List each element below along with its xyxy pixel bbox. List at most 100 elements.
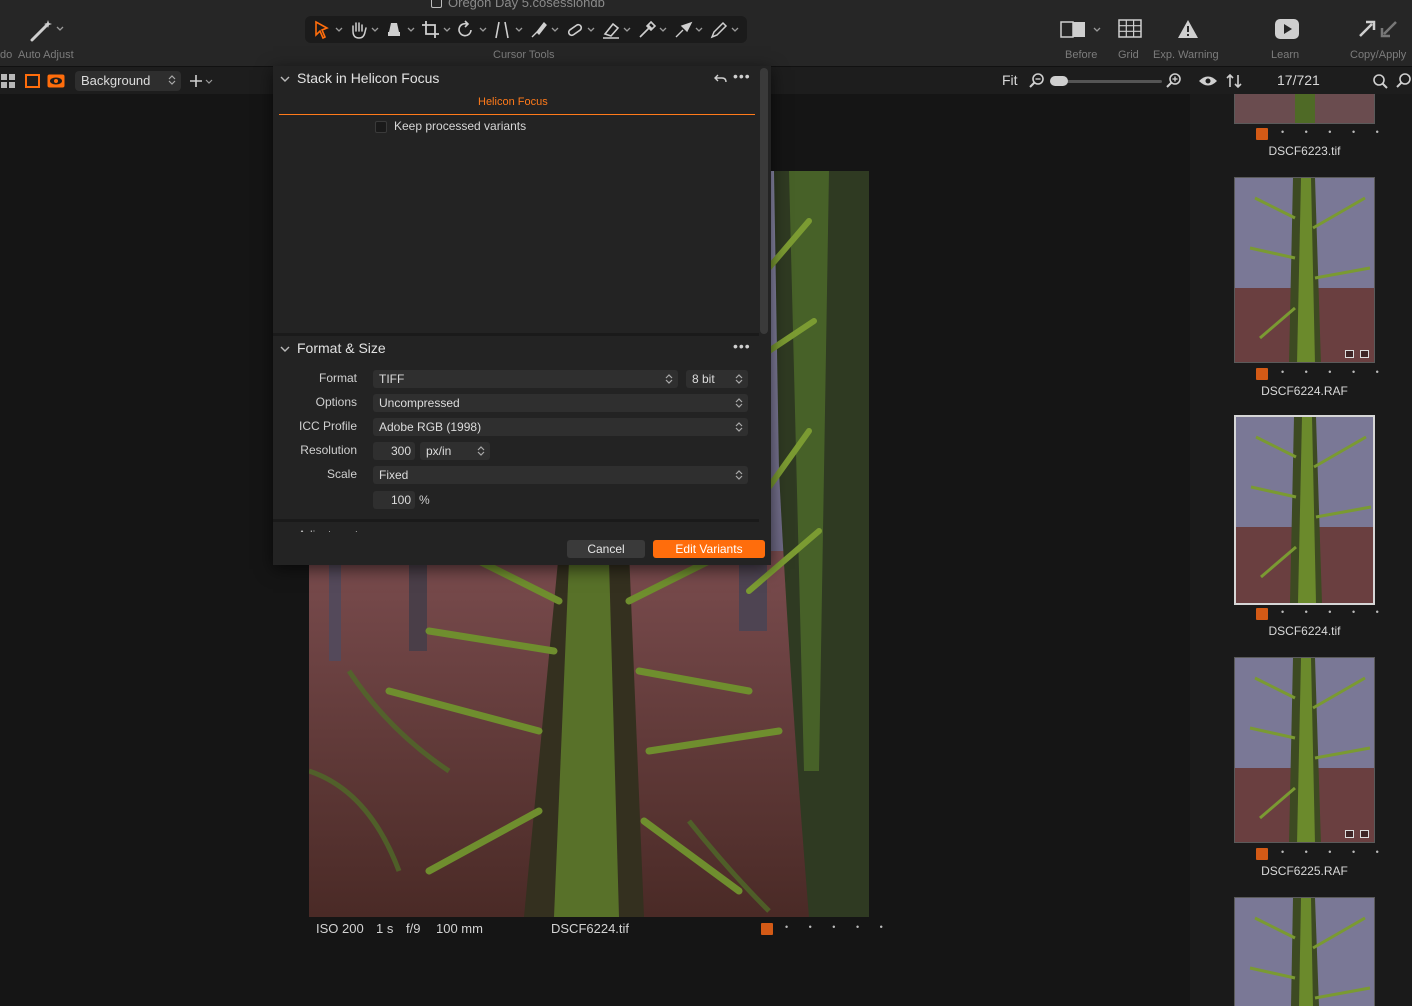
thumbnail-graphic	[1235, 178, 1374, 362]
star-rating[interactable]: • • • • •	[1281, 367, 1388, 377]
before-after-icon[interactable]	[1060, 20, 1104, 40]
thumbnail-selected[interactable]	[1234, 415, 1375, 605]
bit-depth-select[interactable]: 8 bit	[686, 370, 748, 388]
icc-profile-select[interactable]: Adobe RGB (1998)	[373, 418, 748, 436]
star-rating[interactable]: • • • • •	[785, 922, 892, 932]
panel-scrollbar[interactable]	[760, 68, 768, 334]
cursor-tools-group[interactable]	[305, 16, 747, 43]
thumbnail-graphic	[1236, 417, 1373, 603]
grid-label: Grid	[1118, 49, 1139, 61]
thumbnail-graphic	[1235, 658, 1374, 842]
resolution-input[interactable]: 300	[373, 442, 415, 460]
scale-select[interactable]: Fixed	[373, 466, 748, 484]
single-view-icon[interactable]	[25, 74, 40, 88]
keep-variants-checkbox[interactable]	[375, 121, 387, 133]
eraser-icon[interactable]	[601, 20, 633, 40]
color-tag-swatch[interactable]	[1256, 848, 1268, 860]
tab-underline	[279, 114, 755, 115]
edit-variants-button[interactable]: Edit Variants	[653, 540, 765, 558]
color-tag-swatch[interactable]	[1256, 128, 1268, 140]
learn-play-icon[interactable]	[1274, 18, 1300, 40]
updown-arrows-icon	[735, 422, 743, 432]
format-select[interactable]: TIFF	[373, 370, 678, 388]
cancel-button[interactable]: Cancel	[567, 540, 645, 558]
zoom-out-icon[interactable]	[1029, 73, 1045, 89]
layer-select[interactable]: Background	[75, 71, 181, 91]
grid-icon[interactable]	[1118, 19, 1142, 39]
format-size-section-title[interactable]: Format & Size	[297, 340, 386, 356]
chevron-down-icon[interactable]	[280, 74, 290, 84]
star-rating[interactable]: • • • • •	[1281, 607, 1388, 617]
thumbnail[interactable]	[1234, 657, 1375, 843]
more-options-icon[interactable]: •••	[733, 338, 751, 354]
updown-arrows-icon	[735, 398, 743, 408]
thumbnail[interactable]	[1234, 177, 1375, 363]
healing-brush-icon[interactable]	[565, 20, 597, 40]
stack-section-title[interactable]: Stack in Helicon Focus	[297, 70, 439, 86]
edit-badge-icon	[1360, 350, 1369, 358]
thumbnail-name: DSCF6225.RAF	[1261, 864, 1348, 878]
variant-badge-icon	[1345, 830, 1354, 838]
search-icon[interactable]	[1372, 73, 1388, 89]
updown-arrows-icon	[665, 374, 673, 384]
resolution-unit-select[interactable]: px/in	[420, 442, 490, 460]
copy-apply-label: Copy/Apply	[1350, 49, 1407, 61]
main-toolbar: Oregon Day 5.cosessiondb do Auto Adjust	[0, 0, 1412, 66]
thumbnail-name: DSCF6224.RAF	[1261, 384, 1348, 398]
percent-sign: %	[419, 493, 430, 507]
sort-icon[interactable]	[1226, 73, 1242, 89]
thumbnail-graphic	[1235, 94, 1374, 123]
warning-icon[interactable]	[1177, 19, 1199, 39]
filmstrip-zoom-icon[interactable]	[1396, 73, 1412, 89]
before-label: Before	[1065, 49, 1098, 61]
rotate-icon[interactable]	[457, 20, 489, 40]
copy-apply-icon[interactable]	[1356, 18, 1404, 40]
star-rating[interactable]: • • • • •	[1281, 127, 1388, 137]
preview-eye-icon[interactable]	[1198, 75, 1218, 87]
exp-warning-label: Exp. Warning	[1153, 49, 1219, 61]
thumbnail[interactable]	[1234, 94, 1375, 124]
options-select[interactable]: Uncompressed	[373, 394, 748, 412]
annotate-pen-icon[interactable]	[709, 20, 741, 40]
crop-icon[interactable]	[421, 20, 453, 40]
keystone-icon[interactable]	[493, 20, 525, 40]
reset-arrow-icon[interactable]	[714, 73, 728, 85]
magic-wand-icon[interactable]	[28, 18, 68, 42]
cursor-tools-label: Cursor Tools	[493, 49, 555, 61]
gradient-mask-icon[interactable]	[673, 20, 705, 40]
brush-icon[interactable]	[529, 20, 561, 40]
edit-badge-icon	[1360, 830, 1369, 838]
fit-zoom-label[interactable]: Fit	[1002, 72, 1018, 88]
color-tag-swatch[interactable]	[761, 923, 773, 935]
undo-label-cut: do	[0, 49, 13, 61]
section-divider	[273, 333, 759, 336]
picker-icon[interactable]	[637, 20, 669, 40]
variant-badge-icon	[1345, 350, 1354, 358]
zoom-slider-knob[interactable]	[1050, 76, 1068, 86]
color-tag-swatch[interactable]	[1256, 608, 1268, 620]
updown-arrows-icon	[735, 470, 743, 480]
thumbnail[interactable]	[1234, 897, 1375, 1006]
helicon-focus-tab[interactable]: Helicon Focus	[478, 96, 548, 108]
updown-arrows-icon	[735, 374, 743, 384]
stamp-icon[interactable]	[385, 20, 417, 40]
color-tag-swatch[interactable]	[1256, 368, 1268, 380]
select-cursor-icon[interactable]	[313, 20, 345, 40]
section-divider	[273, 519, 759, 522]
more-options-icon[interactable]: •••	[733, 68, 751, 84]
zoom-in-icon[interactable]	[1166, 73, 1182, 89]
thumbnail-name: DSCF6224.tif	[1268, 624, 1341, 638]
chevron-down-icon[interactable]	[280, 344, 290, 354]
resolution-label: Resolution	[300, 443, 357, 457]
star-rating[interactable]: • • • • •	[1281, 847, 1388, 857]
adjustments-section-title[interactable]: Adjustments	[298, 524, 378, 532]
add-layer-icon[interactable]	[189, 73, 215, 89]
learn-label: Learn	[1271, 49, 1300, 61]
format-label: Format	[318, 371, 357, 385]
scale-percent-input[interactable]: 100	[373, 491, 415, 509]
layer-eye-icon[interactable]	[47, 74, 65, 88]
pan-hand-icon[interactable]	[349, 20, 381, 40]
document-icon	[431, 0, 442, 8]
thumbnail-name: DSCF6223.tif	[1268, 144, 1341, 158]
grid-view-icon[interactable]	[1, 74, 16, 88]
